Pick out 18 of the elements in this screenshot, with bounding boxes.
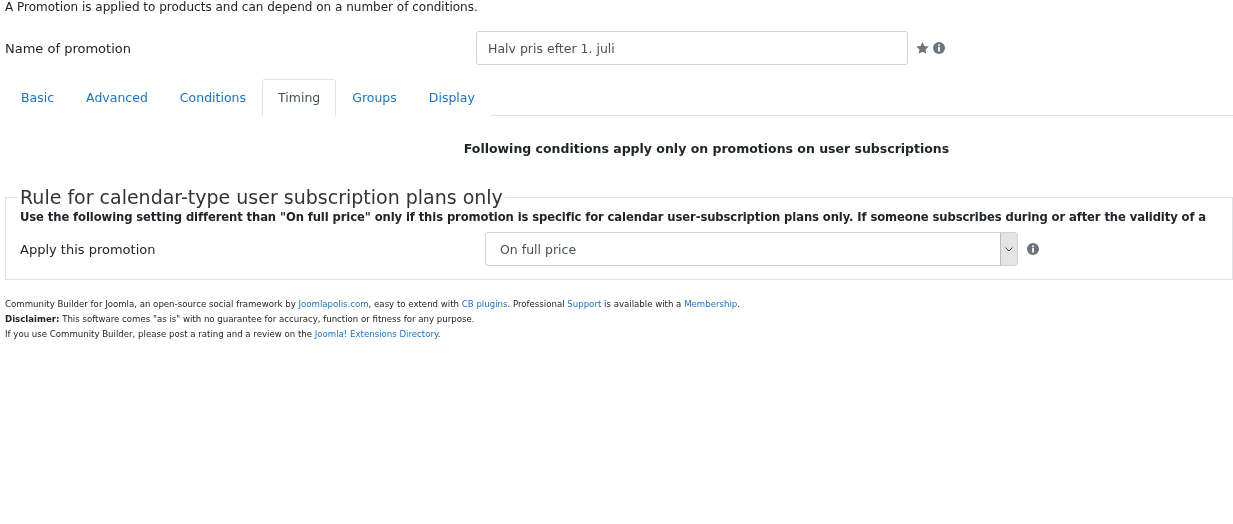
info-icon[interactable] [933, 42, 945, 54]
field-label: Name of promotion [5, 40, 132, 56]
footer-link[interactable]: Joomla! Extensions Directory [314, 329, 438, 339]
footer-text: If you use Community Builder, please post a rating and a review on the Joomla! Extensions Directory. [5, 328, 442, 341]
tab[interactable]: Timing [262, 79, 337, 116]
footer-link[interactable]: Joomlapolis.com [298, 299, 369, 309]
field-label: Apply this promotion [20, 241, 157, 257]
apply-select[interactable]: On full price [485, 232, 1018, 266]
section-heading: Following conditions apply only on promotions on user subscriptions [462, 141, 951, 156]
caret-icon [1005, 246, 1013, 252]
description-text: Use the following setting different than "On full price" only if this promotion is specific for calendar user-subscription plans only. If someone subscribes during or after the validity of a [20, 210, 1207, 224]
footer-text: Community Builder for Joomla, an open-source social framework by Joomlapolis.com, easy to extend with CB plugins. Professional Support is available with a Membership. [5, 298, 741, 311]
info-icon[interactable] [1027, 243, 1039, 255]
name-input[interactable]: Halv pris efter 1. juli [476, 31, 908, 65]
footer-link[interactable]: Support [567, 299, 602, 309]
footer-text: Disclaimer: This software comes "as is" with no guarantee for accuracy, function or fitness for any purpose. [5, 313, 476, 326]
intro-text: A Promotion is applied to products and can depend on a number of conditions. [5, 0, 479, 14]
fieldset-legend: Rule for calendar-type user subscription plans only [18, 186, 505, 208]
